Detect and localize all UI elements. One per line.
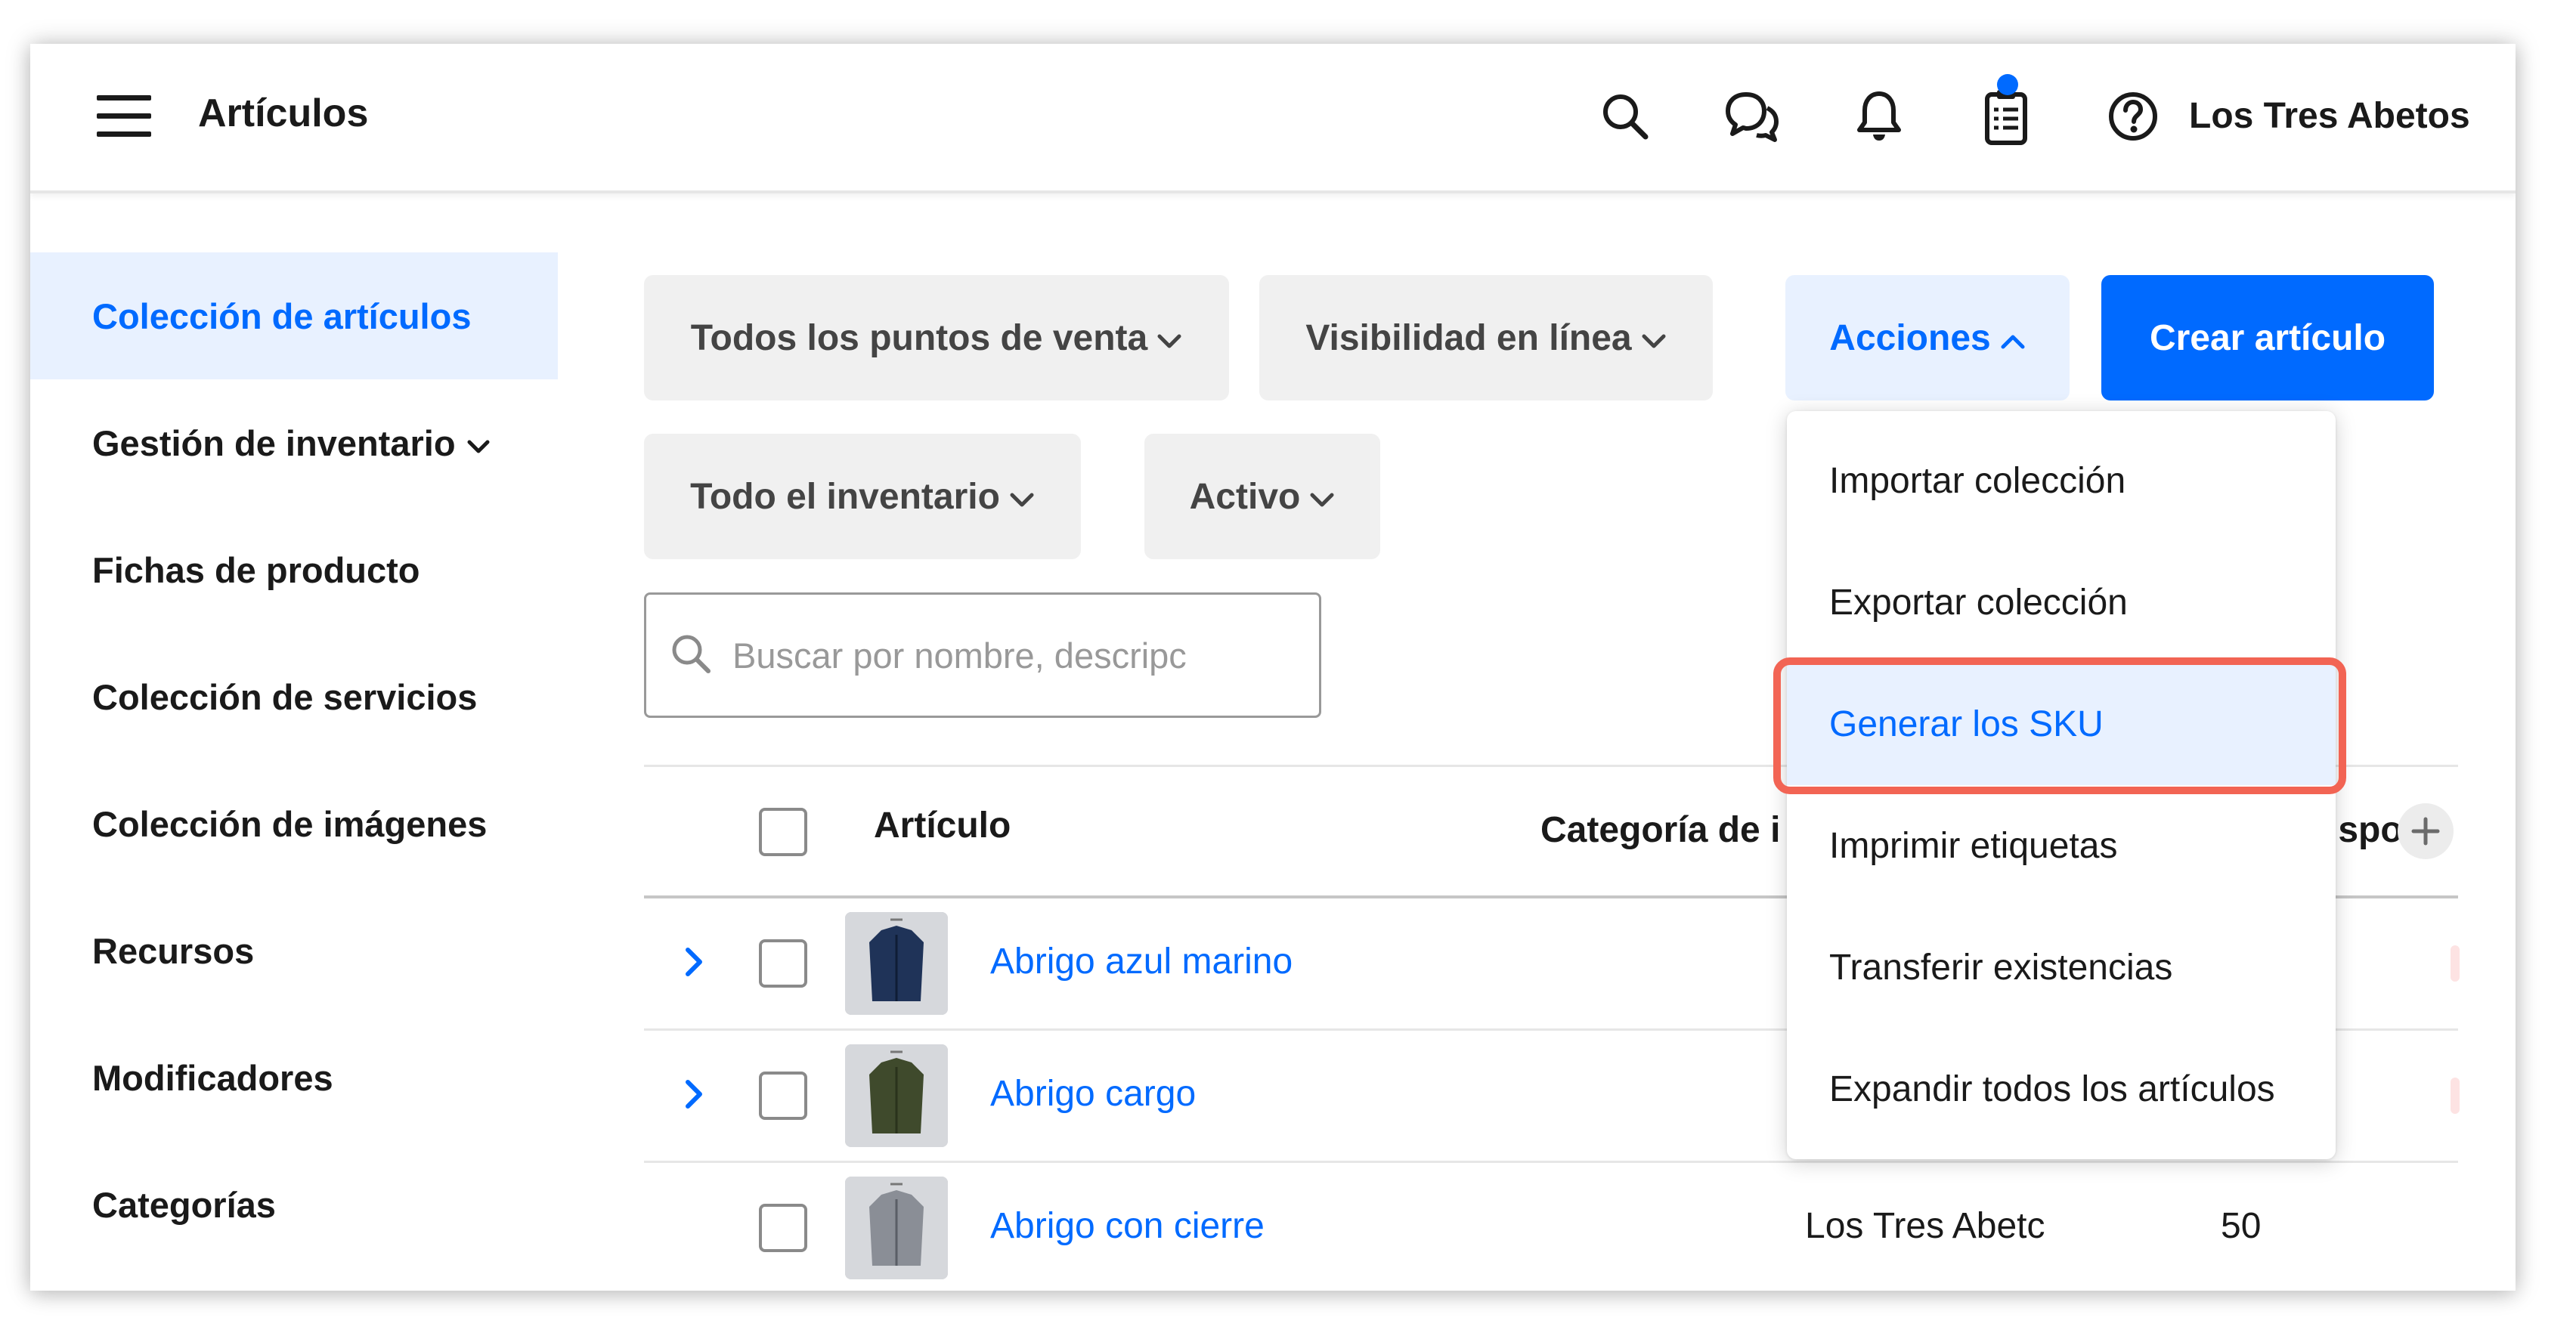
item-name-link[interactable]: Abrigo azul marino (990, 941, 1293, 982)
chevron-down-icon (1309, 476, 1335, 518)
table-row[interactable]: Abrigo con cierre Los Tres Abetc 50 (644, 1163, 2458, 1291)
add-column-button[interactable] (2398, 803, 2454, 859)
sidebar-item-label: Fichas de producto (92, 549, 420, 590)
sidebar-item-product-sheets[interactable]: Fichas de producto (30, 506, 559, 633)
item-name-link[interactable]: Abrigo con cierre (990, 1205, 1265, 1247)
sidebar-item-resources[interactable]: Recursos (30, 887, 559, 1014)
page-title: Artículos (198, 91, 369, 135)
menu-item-transfer-stock[interactable]: Transferir existencias (1787, 907, 2336, 1028)
search-input[interactable] (731, 633, 1248, 677)
chevron-right-icon[interactable] (683, 945, 706, 982)
menu-item-label: Importar colección (1829, 461, 2126, 501)
status-indicator (2451, 1078, 2460, 1114)
status-indicator (2451, 945, 2460, 982)
actions-button-label: Acciones (1829, 317, 1991, 358)
search-icon[interactable] (1595, 86, 1655, 147)
app-window: Artículos Los Tres Abetos Colección de a… (30, 44, 2516, 1291)
hamburger-menu-icon[interactable] (97, 95, 151, 138)
row-checkbox[interactable] (759, 1072, 807, 1120)
menu-item-import-library[interactable]: Importar colección (1787, 420, 2336, 542)
select-all-checkbox[interactable] (759, 808, 807, 856)
create-item-button[interactable]: Crear artículo (2101, 275, 2434, 400)
item-thumbnail (845, 1177, 948, 1279)
messages-icon[interactable] (1722, 86, 1782, 147)
item-thumbnail (845, 1044, 948, 1147)
sidebar-item-label: Modificadores (92, 1057, 333, 1098)
sidebar-item-label: Colección de imágenes (92, 803, 488, 844)
chevron-down-icon (1009, 476, 1035, 518)
menu-item-generate-skus[interactable]: Generar los SKU (1773, 657, 2346, 794)
menu-item-label: Transferir existencias (1829, 948, 2173, 988)
chevron-up-icon (2000, 317, 2026, 359)
column-header-available[interactable]: ispo (2328, 809, 2403, 851)
sidebar-item-label: Colección de artículos (92, 295, 472, 336)
inventory-filter-button[interactable]: Todo el inventario (644, 434, 1081, 559)
sidebar-item-label: Recursos (92, 930, 255, 971)
visibility-filter-button[interactable]: Visibilidad en línea (1259, 275, 1713, 400)
sidebar-item-service-library[interactable]: Colección de servicios (30, 633, 559, 760)
sidebar-nav: Colección de artículos Gestión de invent… (30, 252, 559, 1268)
sidebar-item-label: Categorías (92, 1184, 276, 1225)
column-header-item[interactable]: Artículo (874, 805, 1011, 846)
visibility-filter-label: Visibilidad en línea (1305, 317, 1632, 358)
sidebar-item-item-library[interactable]: Colección de artículos (30, 252, 558, 379)
bell-icon[interactable] (1849, 86, 1909, 147)
sidebar-item-inventory-management[interactable]: Gestión de inventario (30, 379, 559, 506)
status-filter-button[interactable]: Activo (1144, 434, 1380, 559)
store-name[interactable]: Los Tres Abetos (2189, 95, 2470, 137)
sidebar-item-modifiers[interactable]: Modificadores (30, 1014, 559, 1141)
create-item-button-label: Crear artículo (2149, 317, 2386, 358)
sidebar-item-label: Gestión de inventario (92, 422, 456, 463)
chevron-down-icon (1156, 317, 1182, 359)
row-checkbox[interactable] (759, 939, 807, 988)
menu-item-label: Exportar colección (1829, 583, 2128, 623)
sidebar-item-image-library[interactable]: Colección de imágenes (30, 760, 559, 887)
locations-filter-button[interactable]: Todos los puntos de venta (644, 275, 1229, 400)
item-name-link[interactable]: Abrigo cargo (990, 1073, 1196, 1115)
top-bar: Artículos Los Tres Abetos (30, 44, 2516, 193)
item-thumbnail (845, 912, 948, 1015)
inventory-filter-label: Todo el inventario (690, 476, 1000, 517)
search-icon (669, 632, 713, 679)
row-checkbox[interactable] (759, 1204, 807, 1252)
plus-icon (2411, 817, 2440, 846)
menu-item-label: Expandir todos los artículos (1829, 1069, 2275, 1109)
menu-item-expand-all-items[interactable]: Expandir todos los artículos (1787, 1028, 2336, 1150)
menu-item-export-library[interactable]: Exportar colección (1787, 542, 2336, 663)
column-header-category[interactable]: Categoría de i (1540, 809, 1780, 851)
search-box (644, 592, 1321, 718)
menu-item-print-labels[interactable]: Imprimir etiquetas (1787, 785, 2336, 907)
actions-button[interactable]: Acciones (1785, 275, 2070, 400)
sidebar-item-label: Colección de servicios (92, 676, 478, 717)
sidebar-item-categories[interactable]: Categorías (30, 1141, 559, 1268)
menu-item-label: Generar los SKU (1829, 704, 2104, 744)
available-cell: 50 (2221, 1206, 2262, 1246)
status-filter-label: Activo (1189, 476, 1301, 517)
location-cell: Los Tres Abetc (1805, 1206, 2045, 1246)
chevron-down-icon (1641, 317, 1667, 359)
locations-filter-label: Todos los puntos de venta (690, 317, 1148, 358)
chevron-right-icon[interactable] (683, 1078, 706, 1115)
clipboard-icon[interactable] (1976, 86, 2036, 147)
menu-item-label: Imprimir etiquetas (1829, 826, 2118, 866)
actions-dropdown-menu: Importar colección Exportar colección Ge… (1773, 411, 2346, 1159)
chevron-down-icon (466, 422, 491, 464)
help-icon[interactable] (2103, 86, 2163, 147)
notification-dot (1997, 74, 2018, 95)
